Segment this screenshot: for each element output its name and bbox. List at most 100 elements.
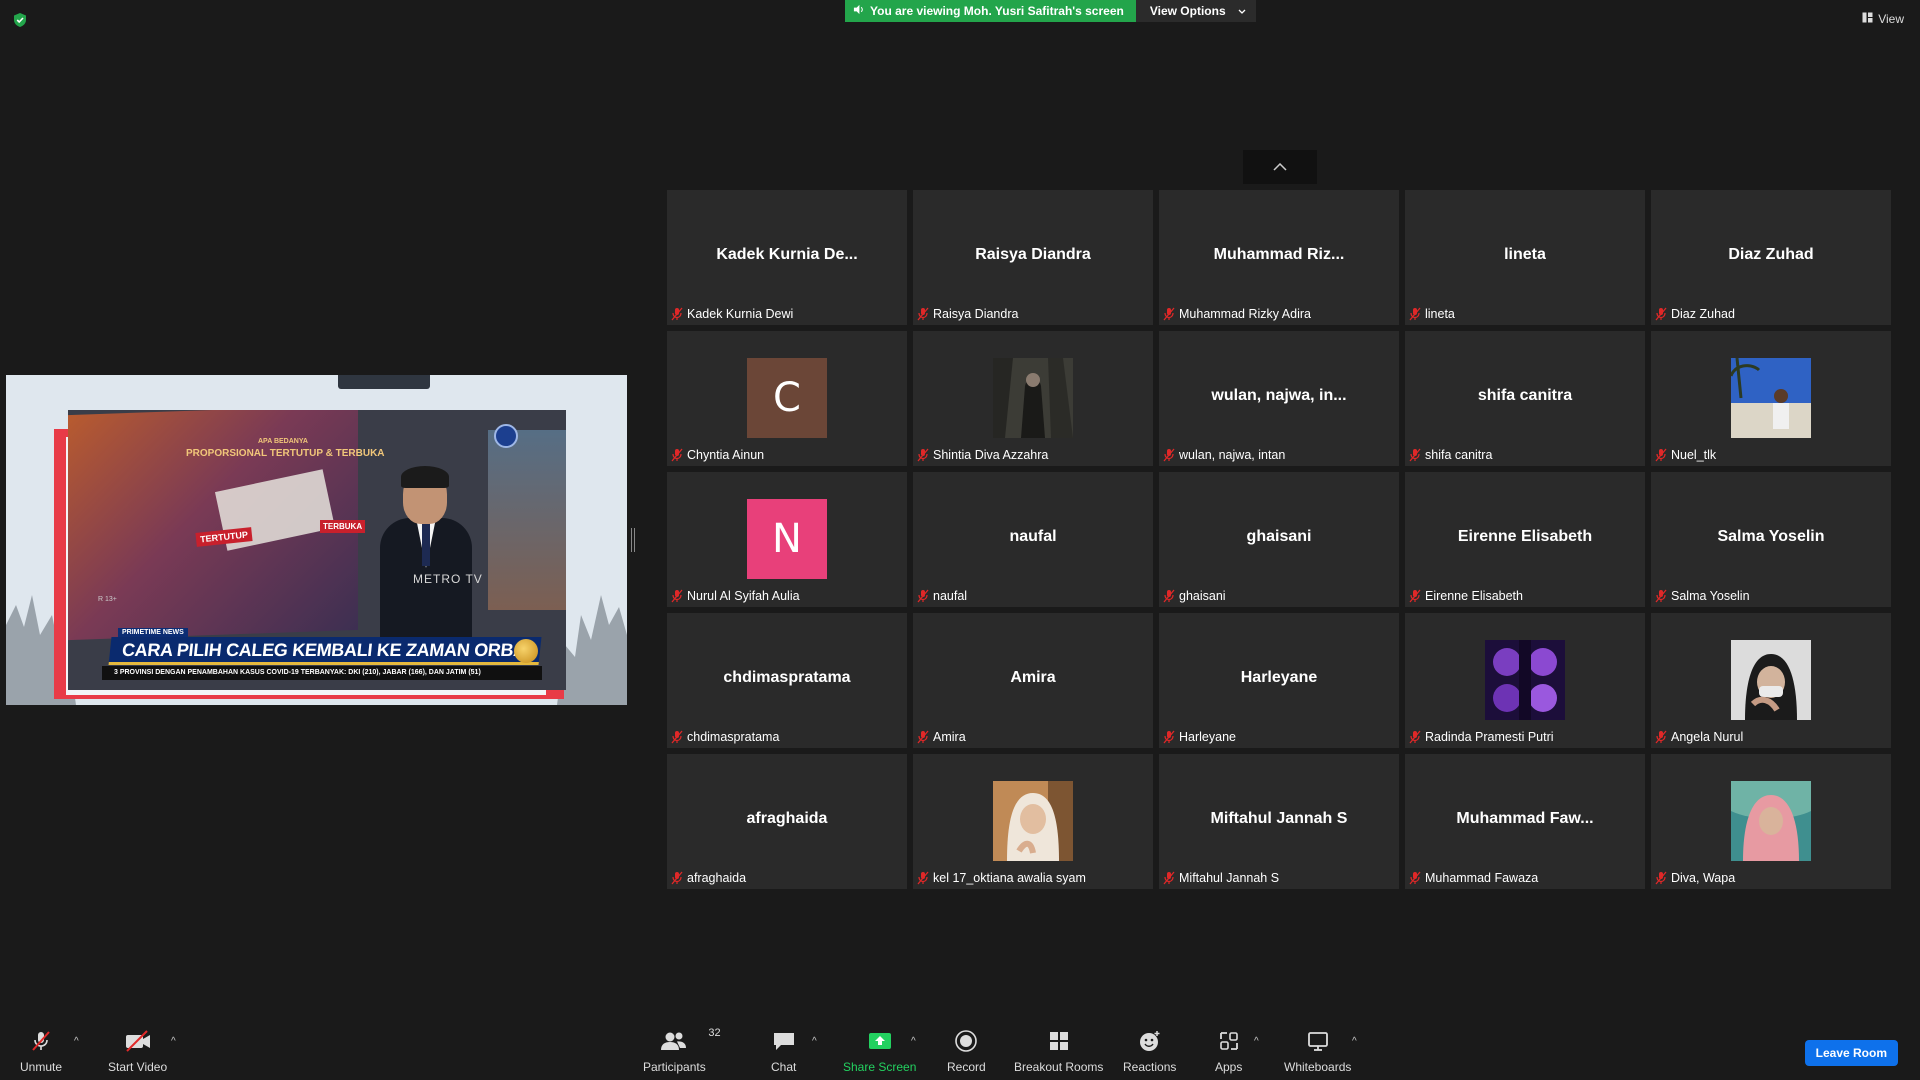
start-video-button[interactable]: Start Video	[108, 1029, 167, 1074]
participant-name: kel 17_oktiana awalia syam	[933, 871, 1086, 885]
participant-name: Eirenne Elisabeth	[1425, 589, 1523, 603]
participant-tile[interactable]: Raisya Diandra Raisya Diandra	[913, 190, 1153, 325]
participant-tile[interactable]: wulan, najwa, in... wulan, najwa, intan	[1159, 331, 1399, 466]
reactions-smiley-icon	[1138, 1029, 1162, 1053]
video-options-caret[interactable]: ^	[171, 1036, 176, 1047]
participant-tile[interactable]: Angela Nurul	[1651, 613, 1891, 748]
participant-name-label: ghaisani	[1163, 587, 1226, 605]
apps-options-caret[interactable]: ^	[1254, 1036, 1259, 1047]
participant-tile[interactable]: Salma Yoselin Salma Yoselin	[1651, 472, 1891, 607]
mic-muted-icon	[1655, 589, 1667, 603]
breakout-rooms-icon	[1048, 1029, 1070, 1053]
whiteboards-button[interactable]: Whiteboards	[1284, 1029, 1351, 1074]
participant-name-label: wulan, najwa, intan	[1163, 446, 1285, 464]
breakout-rooms-label: Breakout Rooms	[1014, 1060, 1104, 1074]
record-button[interactable]: Record	[947, 1029, 986, 1074]
participant-display-name: chdimaspratama	[723, 669, 851, 686]
participant-avatar: C	[747, 358, 827, 438]
participant-tile[interactable]: Amira Amira	[913, 613, 1153, 748]
chat-icon	[772, 1029, 796, 1053]
viewing-notice-text: You are viewing Moh. Yusri Safitrah's sc…	[870, 4, 1124, 18]
participant-tile[interactable]: Harleyane Harleyane	[1159, 613, 1399, 748]
channel-badge-icon	[494, 424, 518, 448]
chat-button[interactable]: Chat	[771, 1029, 796, 1074]
mic-muted-icon	[1163, 730, 1175, 744]
participants-button[interactable]: 32 Participants	[643, 1027, 721, 1074]
security-shield-icon[interactable]	[12, 12, 28, 28]
participant-tile[interactable]: shifa canitra shifa canitra	[1405, 331, 1645, 466]
participant-name-label: Muhammad Rizky Adira	[1163, 305, 1311, 323]
participant-tile[interactable]: lineta lineta	[1405, 190, 1645, 325]
record-icon	[954, 1029, 978, 1053]
mic-muted-icon	[1163, 589, 1175, 603]
shared-screen-video[interactable]: APA BEDANYA PROPORSIONAL TERTUTUP & TERB…	[6, 375, 627, 705]
participant-name-label: Diva, Wapa	[1655, 869, 1735, 887]
mic-muted-icon	[1409, 589, 1421, 603]
participant-tile[interactable]: kel 17_oktiana awalia syam	[913, 754, 1153, 889]
participant-name-label: afraghaida	[671, 869, 746, 887]
participant-display-name: naufal	[1009, 528, 1057, 545]
collapse-gallery-button[interactable]	[1243, 150, 1317, 184]
participant-name-label: Harleyane	[1163, 728, 1236, 746]
mic-muted-icon	[1655, 448, 1667, 462]
leave-room-button[interactable]: Leave Room	[1804, 1040, 1898, 1066]
participant-name-label: Diaz Zuhad	[1655, 305, 1735, 323]
mic-muted-icon	[1163, 307, 1175, 321]
participant-tile[interactable]: ghaisani ghaisani	[1159, 472, 1399, 607]
participant-photo	[993, 781, 1073, 861]
participant-name-label: Salma Yoselin	[1655, 587, 1750, 605]
participant-name-label: Chyntia Ainun	[671, 446, 764, 464]
participant-photo	[993, 358, 1073, 438]
share-options-caret[interactable]: ^	[911, 1036, 916, 1047]
view-options-label: View Options	[1149, 4, 1226, 18]
share-screen-icon	[867, 1029, 893, 1053]
participant-tile[interactable]: Muhammad Riz... Muhammad Rizky Adira	[1159, 190, 1399, 325]
breakout-rooms-button[interactable]: Breakout Rooms	[1014, 1029, 1103, 1074]
video-off-icon	[124, 1029, 152, 1053]
participant-tile[interactable]: Shintia Diva Azzahra	[913, 331, 1153, 466]
meeting-toolbar: Unmute ^ Start Video ^ 32 Participants C…	[0, 1020, 1920, 1080]
participant-tile[interactable]: Diva, Wapa	[1651, 754, 1891, 889]
participant-tile[interactable]: Eirenne Elisabeth Eirenne Elisabeth	[1405, 472, 1645, 607]
participant-tile[interactable]: afraghaida afraghaida	[667, 754, 907, 889]
participant-photo	[1731, 781, 1811, 861]
participant-name: Nuel_tlk	[1671, 448, 1717, 462]
split-resize-handle[interactable]	[631, 528, 635, 552]
record-label: Record	[947, 1060, 986, 1074]
mic-muted-icon	[671, 871, 683, 885]
participant-tile[interactable]: N Nurul Al Syifah Aulia	[667, 472, 907, 607]
participant-name: Chyntia Ainun	[687, 448, 765, 462]
participant-tile[interactable]: Muhammad Faw... Muhammad Fawaza	[1405, 754, 1645, 889]
viewing-notice: You are viewing Moh. Yusri Safitrah's sc…	[845, 0, 1136, 22]
anchor-tie	[422, 522, 430, 566]
participant-tile[interactable]: Kadek Kurnia De... Kadek Kurnia Dewi	[667, 190, 907, 325]
view-options-button[interactable]: View Options	[1135, 0, 1256, 22]
view-button[interactable]: View	[1862, 12, 1904, 26]
participant-tile[interactable]: Radinda Pramesti Putri	[1405, 613, 1645, 748]
participant-display-name: wulan, najwa, in...	[1211, 387, 1347, 404]
unmute-button[interactable]: Unmute	[20, 1029, 62, 1074]
share-toolbar-tab[interactable]	[338, 375, 430, 389]
participant-name: Nurul Al Syifah Aulia	[687, 589, 800, 603]
share-screen-button[interactable]: Share Screen	[843, 1029, 916, 1074]
participant-tile[interactable]: chdimaspratama chdimaspratama	[667, 613, 907, 748]
participant-tile[interactable]: Miftahul Jannah S Miftahul Jannah S	[1159, 754, 1399, 889]
mic-muted-icon	[917, 871, 929, 885]
metro-tv-watermark: METRO TV	[413, 572, 483, 586]
participant-tile[interactable]: C Chyntia Ainun	[667, 331, 907, 466]
grid-view-icon	[1862, 12, 1873, 26]
participant-display-name: Muhammad Faw...	[1456, 810, 1594, 827]
participant-tile[interactable]: Nuel_tlk	[1651, 331, 1891, 466]
chevron-down-icon	[1238, 4, 1246, 18]
participant-name: naufal	[933, 589, 968, 603]
participant-tile[interactable]: Diaz Zuhad Diaz Zuhad	[1651, 190, 1891, 325]
reactions-button[interactable]: Reactions	[1123, 1029, 1176, 1074]
chat-options-caret[interactable]: ^	[812, 1036, 817, 1047]
participant-display-name: Diaz Zuhad	[1728, 246, 1814, 263]
whiteboards-options-caret[interactable]: ^	[1352, 1036, 1357, 1047]
participant-name-label: Raisya Diandra	[917, 305, 1018, 323]
apps-button[interactable]: Apps	[1215, 1029, 1242, 1074]
participant-photo	[1731, 640, 1811, 720]
participant-tile[interactable]: naufal naufal	[913, 472, 1153, 607]
audio-options-caret[interactable]: ^	[74, 1036, 79, 1047]
